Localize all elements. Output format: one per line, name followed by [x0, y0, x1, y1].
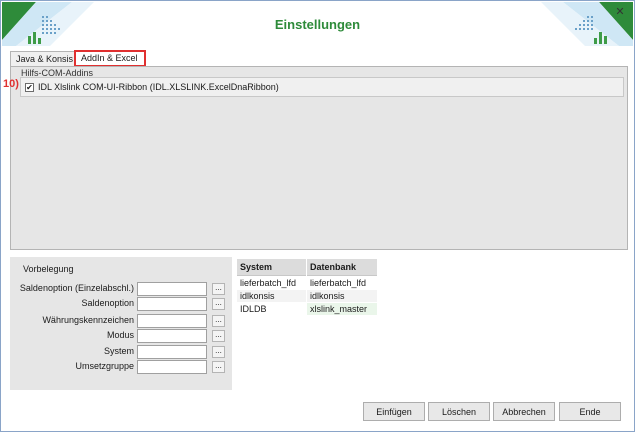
delete-button[interactable]: Löschen [428, 402, 490, 421]
browse-button[interactable]: ... [212, 361, 225, 373]
field-label: Saldenoption [81, 298, 134, 308]
field-row-saldenoption-einzel: Saldenoption (Einzelabschl.) ... [10, 282, 232, 296]
browse-button[interactable]: ... [212, 298, 225, 310]
table-cell[interactable]: idlkonsis [237, 290, 306, 302]
table-cell[interactable]: xlslink_master [307, 303, 377, 315]
umsetzgruppe-input[interactable] [137, 360, 207, 374]
settings-window: Einstellungen ✕ Java & Konsis AddIn & Ex… [0, 0, 635, 432]
system-input[interactable] [137, 345, 207, 359]
addin-label: IDL Xlslink COM-UI-Ribbon (IDL.XLSLINK.E… [38, 82, 279, 92]
table-row[interactable]: idlkonsis idlkonsis [237, 290, 377, 302]
field-row-system: System ... [10, 345, 232, 359]
insert-button[interactable]: Einfügen [363, 402, 425, 421]
field-row-modus: Modus ... [10, 329, 232, 343]
browse-button[interactable]: ... [212, 330, 225, 342]
table-cell[interactable]: lieferbatch_lfd [307, 277, 377, 289]
table-row[interactable]: lieferbatch_lfd lieferbatch_lfd [237, 277, 377, 289]
tab-java-konsis[interactable]: Java & Konsis [10, 51, 75, 67]
header-banner: Einstellungen ✕ [2, 2, 633, 46]
modus-input[interactable] [137, 329, 207, 343]
window-title: Einstellungen [274, 17, 361, 32]
saldenoption-input[interactable] [137, 297, 207, 311]
table-row[interactable]: IDLDB xlslink_master [237, 303, 377, 315]
column-header-system[interactable]: System [237, 259, 306, 276]
addin-excel-panel: Hilfs-COM-Addins 10) ✔ IDL Xlslink COM-U… [3, 66, 628, 250]
field-label: Währungskennzeichen [42, 315, 134, 325]
browse-button[interactable]: ... [212, 346, 225, 358]
step-marker: 10) [3, 78, 19, 90]
field-label: Saldenoption (Einzelabschl.) [19, 283, 134, 293]
browse-button[interactable]: ... [212, 315, 225, 327]
field-label: System [103, 346, 134, 356]
tab-addin-excel[interactable]: AddIn & Excel [74, 50, 146, 67]
field-label: Modus [106, 330, 134, 340]
system-datenbank-table: System Datenbank lieferbatch_lfd lieferb… [236, 258, 378, 316]
field-row-saldenoption: Saldenoption ... [10, 297, 232, 311]
table-cell[interactable]: lieferbatch_lfd [237, 277, 306, 289]
field-label: Umsetzgruppe [75, 361, 134, 371]
table-cell[interactable]: IDLDB [237, 303, 306, 315]
table-cell[interactable]: idlkonsis [307, 290, 377, 302]
vorbelegung-title: Vorbelegung [23, 264, 74, 274]
vorbelegung-panel: Vorbelegung Saldenoption (Einzelabschl.)… [10, 257, 232, 390]
end-button[interactable]: Ende [559, 402, 621, 421]
saldenoption-einzel-input[interactable] [137, 282, 207, 296]
column-header-datenbank[interactable]: Datenbank [307, 259, 377, 276]
table-header-row: System Datenbank [237, 259, 377, 276]
cancel-button[interactable]: Abbrechen [493, 402, 555, 421]
addin-checkbox[interactable]: ✔ [25, 82, 34, 92]
browse-button[interactable]: ... [212, 283, 225, 295]
field-row-umsetzgruppe: Umsetzgruppe ... [10, 360, 232, 374]
list-item[interactable]: ✔ IDL Xlslink COM-UI-Ribbon (IDL.XLSLINK… [25, 80, 279, 94]
close-icon[interactable]: ✕ [613, 5, 627, 19]
waehrungskennzeichen-input[interactable] [137, 314, 207, 328]
field-row-waehrung: Währungskennzeichen ... [10, 314, 232, 328]
